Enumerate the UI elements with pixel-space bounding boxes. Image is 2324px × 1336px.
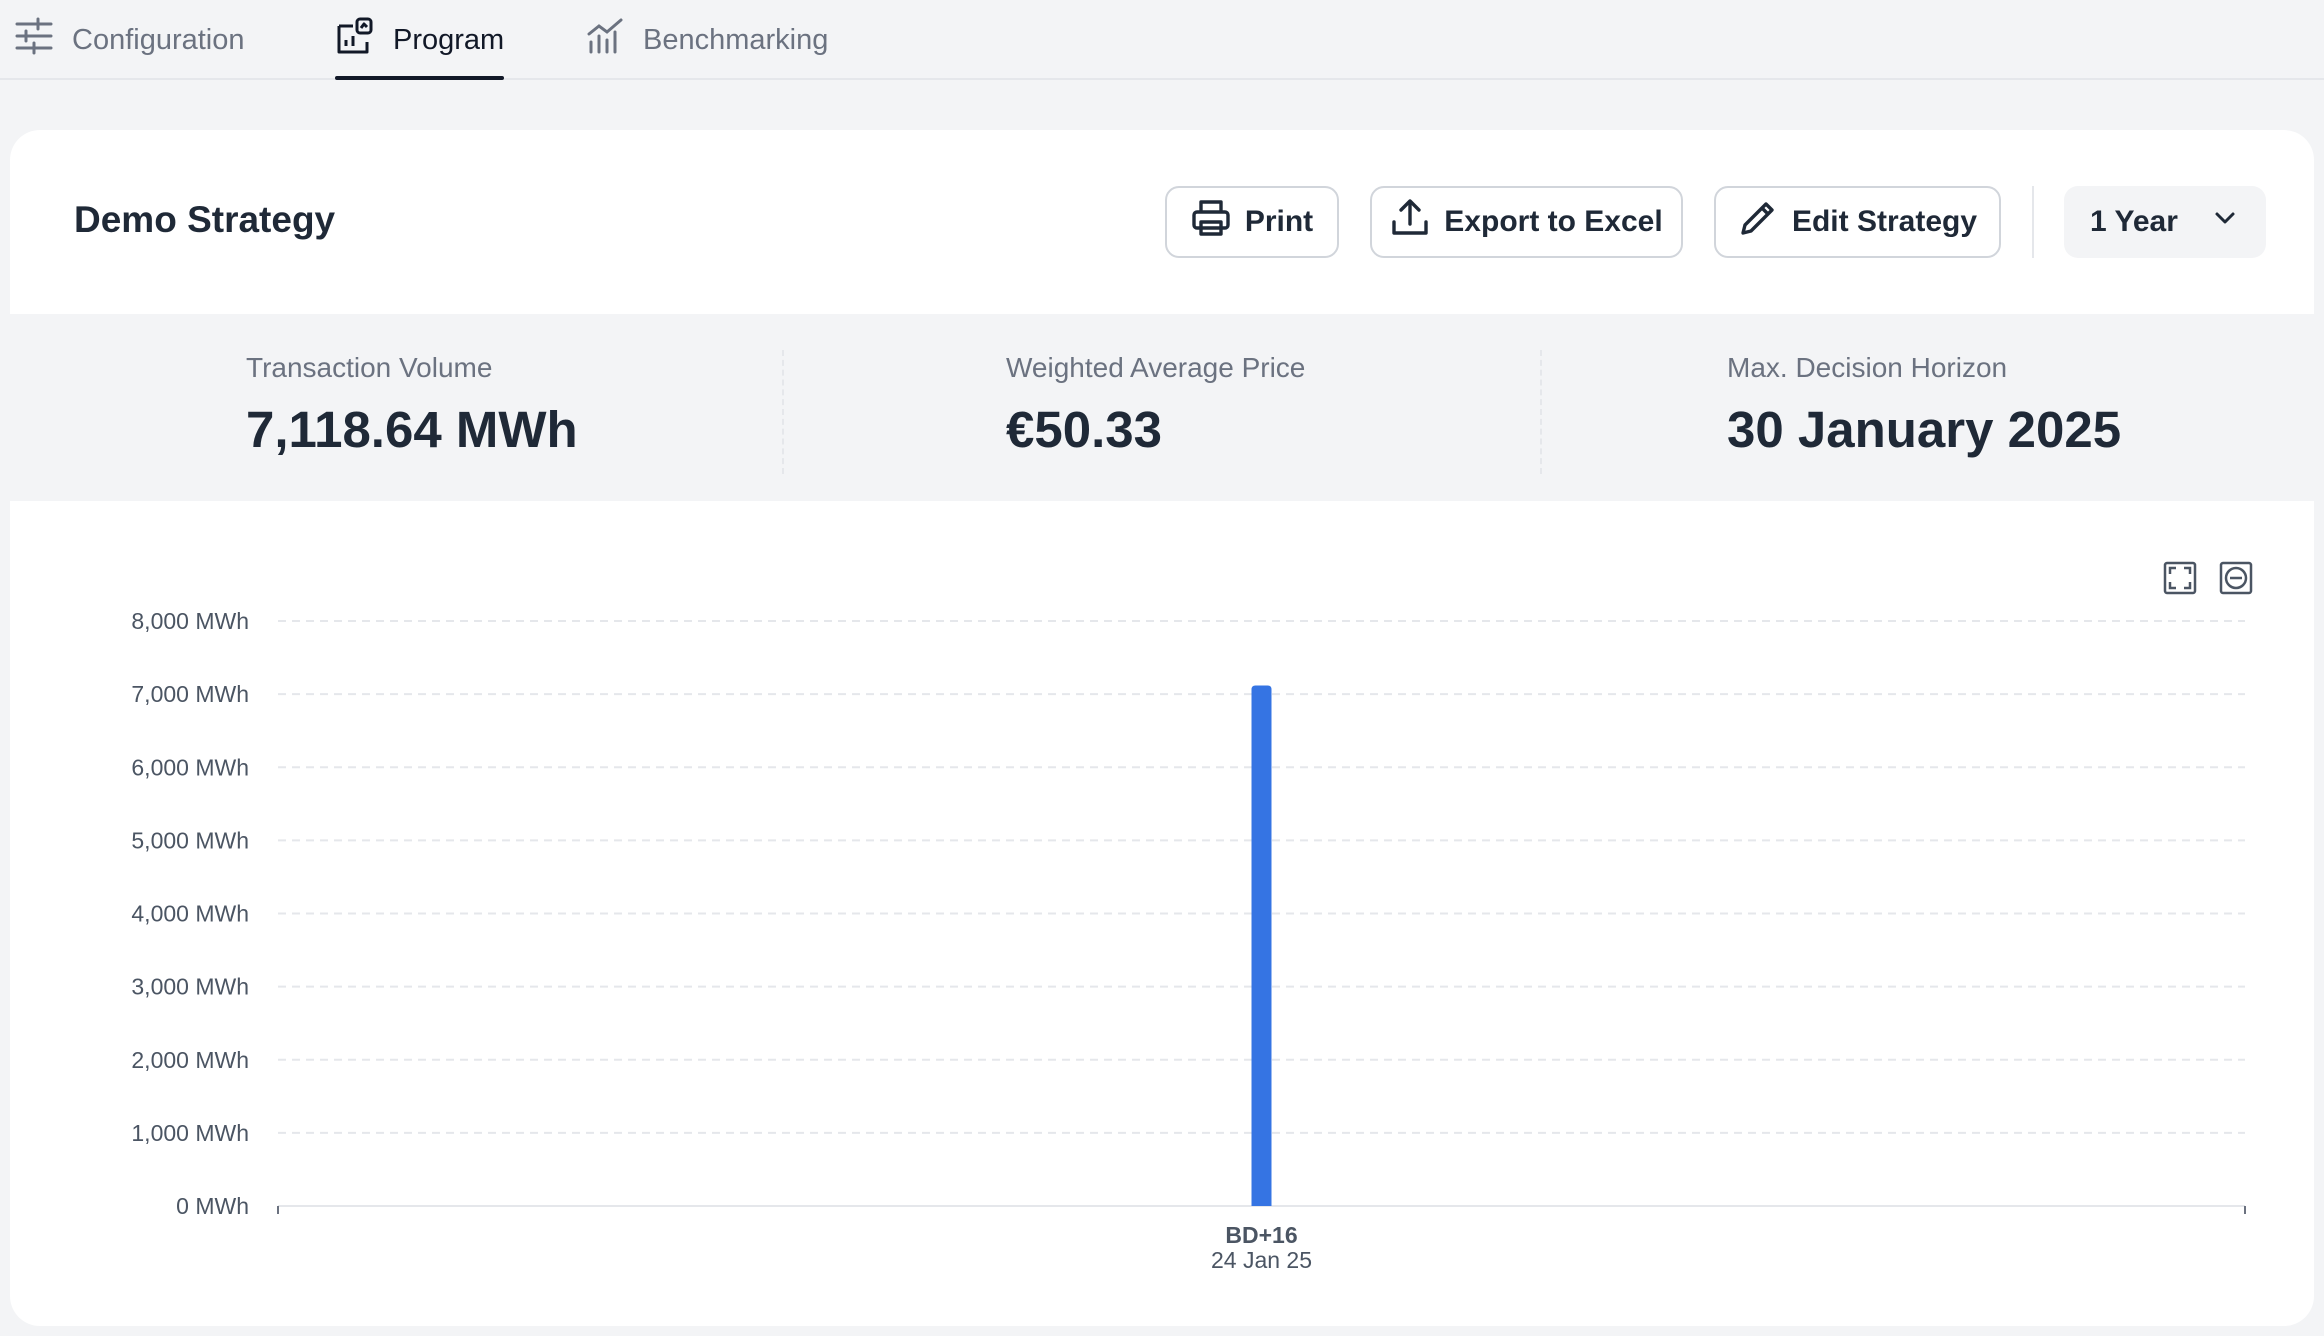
tab-bar: Configuration Program Benchmarking <box>0 0 2324 80</box>
tab-program-label: Program <box>393 23 505 56</box>
x-tick-sublabel: 24 Jan 25 <box>1211 1247 1312 1273</box>
strategy-card: Demo Strategy Print Export to Excel Edit… <box>10 130 2314 1326</box>
y-tick-label: 6,000 MWh <box>131 754 249 780</box>
y-tick-label: 2,000 MWh <box>131 1047 249 1073</box>
x-tick-label: BD+16 <box>1225 1222 1297 1248</box>
y-tick-label: 8,000 MWh <box>131 608 249 634</box>
y-tick-label: 3,000 MWh <box>131 974 249 1000</box>
bar <box>1251 685 1272 1206</box>
chart-icon <box>585 16 625 64</box>
y-tick-label: 0 MWh <box>176 1193 249 1219</box>
program-icon <box>335 16 375 64</box>
volume-chart: 0 MWh 1,000 MWh 2,000 MWh 3,000 MWh 4,000 MW… <box>131 608 2246 1273</box>
y-tick-label: 4,000 MWh <box>131 901 249 927</box>
tab-benchmarking-label: Benchmarking <box>643 23 829 56</box>
y-tick-label: 7,000 MWh <box>131 681 249 707</box>
y-tick-label: 5,000 MWh <box>131 827 249 853</box>
tab-configuration-label: Configuration <box>72 23 245 56</box>
tab-configuration[interactable]: Configuration <box>14 0 245 80</box>
tab-program[interactable]: Program <box>335 0 505 80</box>
tab-benchmarking[interactable]: Benchmarking <box>585 0 828 80</box>
sliders-icon <box>14 16 54 64</box>
y-tick-label: 1,000 MWh <box>131 1120 249 1146</box>
